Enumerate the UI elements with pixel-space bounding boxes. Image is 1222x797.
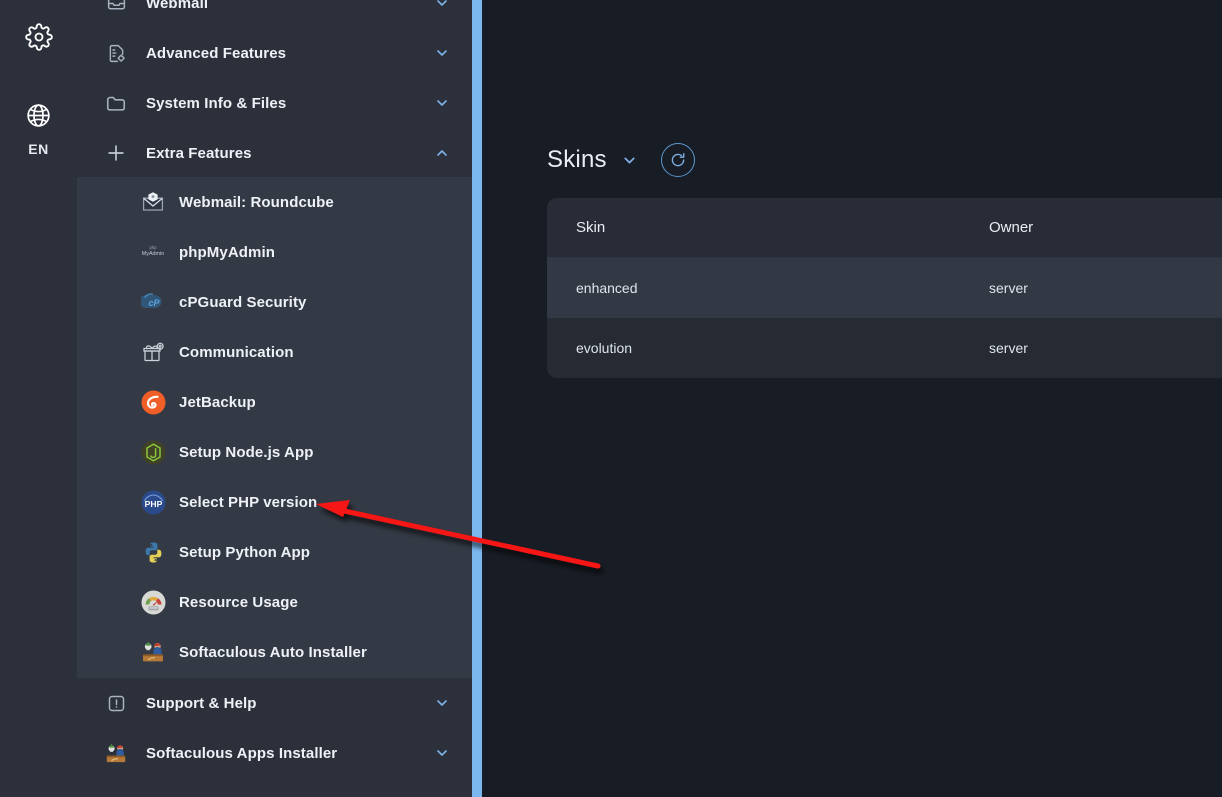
- svg-text:cP: cP: [148, 298, 160, 308]
- sidebar-item-label: JetBackup: [179, 393, 256, 411]
- php-icon: PHP: [140, 489, 166, 515]
- plus-icon: [104, 141, 128, 165]
- skins-table: Skin Owner enhanced server evolution ser…: [547, 198, 1222, 378]
- sidebar-item-label: Select PHP version: [179, 493, 318, 511]
- app-root: EN Webmail Advanced Features System Info…: [0, 0, 1222, 797]
- table-row[interactable]: evolution server: [547, 318, 1222, 378]
- sidebar-nav: Webmail Advanced Features System Info & …: [77, 0, 472, 797]
- sidebar-item-setup-python-app[interactable]: Setup Python App: [77, 527, 472, 577]
- sidebar-item-label: Communication: [179, 343, 294, 361]
- softaculous-icon: [104, 741, 128, 765]
- alert-icon: [104, 691, 128, 715]
- sidebar-group-webmail[interactable]: Webmail: [77, 0, 472, 28]
- sidebar-item-phpmyadmin[interactable]: php MyAdmin phpMyAdmin: [77, 227, 472, 277]
- sidebar-item-resource-usage[interactable]: Resource Usage: [77, 577, 472, 627]
- sidebar-item-cpguard-security[interactable]: cP cPGuard Security: [77, 277, 472, 327]
- sidebar-group-support-help[interactable]: Support & Help: [77, 678, 472, 728]
- table-header-row: Skin Owner: [547, 198, 1222, 258]
- chevron-down-icon[interactable]: [434, 45, 450, 61]
- chevron-down-icon[interactable]: [434, 0, 450, 11]
- main-content: Skins Skin Owner enhanced server evoluti…: [482, 0, 1222, 797]
- sidebar-group-system-info-files[interactable]: System Info & Files: [77, 78, 472, 128]
- page-title: Skins: [547, 146, 607, 173]
- softaculous-icon: [140, 639, 166, 665]
- chevron-down-icon[interactable]: [621, 152, 638, 169]
- table-row[interactable]: enhanced server: [547, 258, 1222, 318]
- sidebar-group-extra-features[interactable]: Extra Features: [77, 128, 472, 178]
- column-header-owner: Owner: [989, 219, 1034, 236]
- sidebar-item-softaculous-auto-installer[interactable]: Softaculous Auto Installer: [77, 627, 472, 677]
- sidebar-item-jetbackup[interactable]: JetBackup: [77, 377, 472, 427]
- sidebar-group-advanced-features[interactable]: Advanced Features: [77, 28, 472, 78]
- nodejs-icon: [140, 439, 166, 465]
- gauge-icon: [140, 589, 166, 615]
- sidebar-item-setup-nodejs-app[interactable]: Setup Node.js App: [77, 427, 472, 477]
- sidebar-group-label: Extra Features: [146, 144, 252, 162]
- svg-text:PHP: PHP: [144, 499, 162, 509]
- document-settings-icon: [104, 41, 128, 65]
- sidebar-group-label: Advanced Features: [146, 44, 287, 62]
- sidebar-item-label: cPGuard Security: [179, 293, 307, 311]
- icon-rail: EN: [0, 0, 77, 797]
- gear-icon[interactable]: [0, 22, 77, 52]
- sidebar-group-label: Softaculous Apps Installer: [146, 744, 338, 762]
- communication-icon: [140, 339, 166, 365]
- refresh-button[interactable]: [660, 143, 695, 177]
- language-indicator[interactable]: EN: [0, 141, 77, 157]
- phpmyadmin-icon: php MyAdmin: [140, 239, 166, 265]
- sidebar-item-webmail-roundcube[interactable]: Webmail: Roundcube: [77, 177, 472, 227]
- chevron-down-icon[interactable]: [434, 745, 450, 761]
- sidebar-resize-handle[interactable]: [472, 0, 482, 797]
- chevron-down-icon[interactable]: [434, 695, 450, 711]
- sidebar-item-communication[interactable]: Communication: [77, 327, 472, 377]
- column-header-skin: Skin: [576, 219, 606, 236]
- python-icon: [140, 539, 166, 565]
- sidebar-item-label: phpMyAdmin: [179, 243, 275, 261]
- inbox-icon: [104, 0, 128, 15]
- chevron-down-icon[interactable]: [434, 95, 450, 111]
- sidebar-item-label: Webmail: Roundcube: [179, 193, 334, 211]
- sidebar-item-select-php-version[interactable]: PHP Select PHP version: [77, 477, 472, 527]
- sidebar-item-label: Setup Node.js App: [179, 443, 314, 461]
- svg-text:MyAdmin: MyAdmin: [142, 251, 164, 257]
- sidebar-group-label: Webmail: [146, 0, 209, 12]
- cell-skin: enhanced: [576, 280, 638, 296]
- jetbackup-icon: [140, 389, 166, 415]
- globe-icon[interactable]: [0, 100, 77, 130]
- sidebar-item-label: Softaculous Auto Installer: [179, 643, 367, 661]
- chevron-up-icon[interactable]: [434, 145, 450, 161]
- cell-owner: server: [989, 340, 1028, 356]
- sidebar-item-label: Resource Usage: [179, 593, 298, 611]
- sidebar-item-label: Setup Python App: [179, 543, 311, 561]
- sidebar-group-label: System Info & Files: [146, 94, 287, 112]
- sidebar-group-softaculous-apps-installer[interactable]: Softaculous Apps Installer: [77, 728, 472, 778]
- page-header: Skins: [547, 143, 695, 177]
- folder-icon: [104, 91, 128, 115]
- cpguard-icon: cP: [140, 289, 166, 315]
- cell-owner: server: [989, 280, 1028, 296]
- svg-text:php: php: [150, 245, 158, 250]
- sidebar-group-label: Support & Help: [146, 694, 257, 712]
- cell-skin: evolution: [576, 340, 633, 356]
- roundcube-icon: [140, 189, 166, 215]
- sidebar-submenu-extra-features: Webmail: Roundcube php MyAdmin phpMyAdmi…: [77, 177, 472, 678]
